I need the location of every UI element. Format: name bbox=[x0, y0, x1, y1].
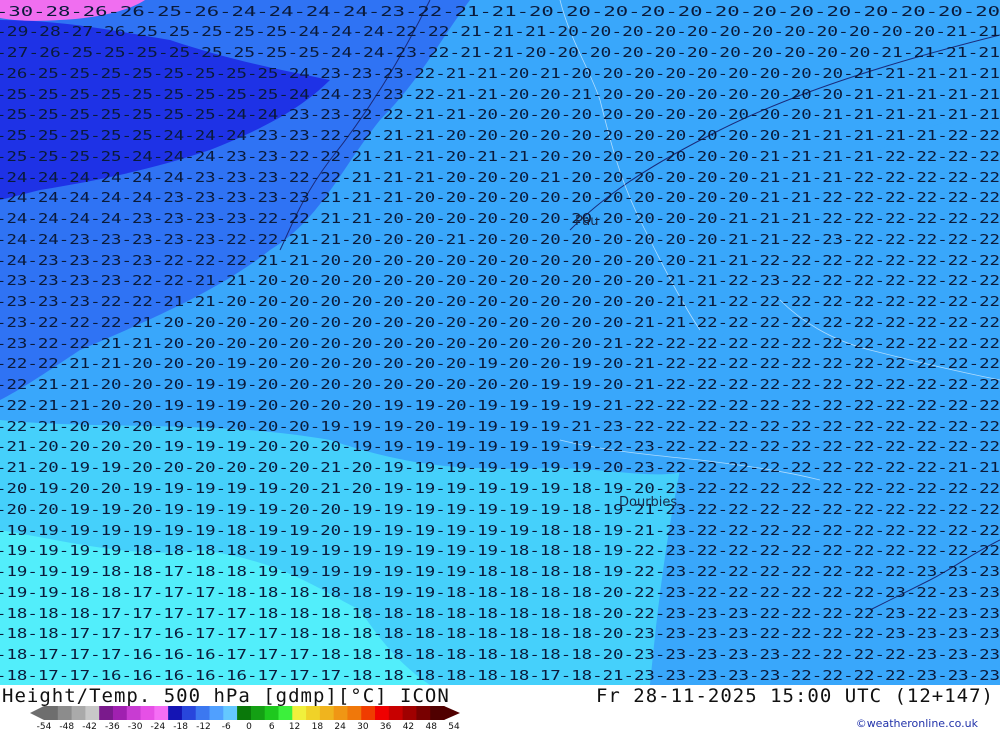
color-scale-right-arrow bbox=[444, 706, 460, 720]
color-scale-swatch bbox=[430, 706, 445, 720]
color-scale-swatch bbox=[278, 706, 293, 720]
color-scale bbox=[30, 706, 460, 720]
contour-label-row: -26-25-25-25-25-25-25-25-25-24-23-23-23-… bbox=[0, 67, 1000, 82]
map-datetime: Fr 28-11-2025 15:00 UTC (12+147) bbox=[595, 685, 994, 707]
color-scale-swatch bbox=[319, 706, 335, 720]
contour-label-row: -21-20-20-20-20-19-19-19-20-20-20-19-19-… bbox=[0, 440, 1000, 455]
color-scale-swatch bbox=[209, 706, 224, 720]
color-scale-tick: -54 bbox=[36, 722, 52, 732]
contour-label-row: -25-25-25-25-25-25-25-24-24-23-23-22-22-… bbox=[0, 108, 1000, 123]
contour-label-row: -23-23-23-22-22-21-21-20-20-20-20-20-20-… bbox=[0, 295, 1000, 310]
place-label-dourbies: Dourbies bbox=[619, 495, 678, 510]
contour-label-row: -18-18-17-17-17-16-17-17-17-18-18-18-18-… bbox=[0, 627, 1000, 642]
color-scale-swatch bbox=[57, 706, 73, 720]
color-scale-tick: -6 bbox=[221, 722, 231, 732]
color-scale-swatch bbox=[402, 706, 417, 720]
color-scale-swatch bbox=[292, 706, 307, 720]
color-scale-swatch bbox=[264, 706, 279, 720]
contour-label-row: -22-22-21-21-20-20-20-19-20-20-20-20-20-… bbox=[0, 357, 1000, 372]
map-footer: Height/Temp. 500 hPa [gdmp][°C] ICON Fr … bbox=[0, 685, 1000, 733]
contour-label-row: -23-23-23-23-22-22-21-21-20-20-20-20-20-… bbox=[0, 274, 1000, 289]
map-title: Height/Temp. 500 hPa [gdmp][°C] ICON bbox=[2, 685, 450, 707]
contour-label-row: -24-23-23-23-23-22-22-22-21-21-20-20-20-… bbox=[0, 254, 1000, 269]
color-scale-swatch bbox=[154, 706, 169, 720]
contour-label-row: -24-24-23-23-23-23-23-22-22-21-21-20-20-… bbox=[0, 233, 1000, 248]
contour-label-row: -21-20-19-19-20-20-20-20-20-20-21-20-19-… bbox=[0, 461, 1000, 476]
color-scale-swatch bbox=[237, 706, 252, 720]
contour-label-row: -19-19-18-18-17-17-17-18-18-18-18-18-19-… bbox=[0, 586, 1000, 601]
color-scale-swatch bbox=[416, 706, 431, 720]
color-scale-tick: 30 bbox=[357, 722, 369, 732]
map-canvas: -30-28-26-26-25-26-24-24-24-24-23-22-21-… bbox=[0, 0, 1000, 685]
color-scale-tick: 36 bbox=[379, 722, 392, 732]
contour-label-row: -25-25-25-25-25-25-25-25-25-24-24-23-23-… bbox=[0, 88, 1000, 103]
color-scale-tick: -12 bbox=[196, 722, 211, 732]
contour-label-row: -29-28-27-26-25-25-25-25-25-24-24-24-22-… bbox=[0, 25, 1000, 40]
color-scale-swatch bbox=[71, 706, 86, 720]
color-scale-swatch bbox=[347, 706, 362, 720]
contour-label-row: -25-25-25-25-25-24-24-24-23-23-22-22-21-… bbox=[0, 129, 1000, 144]
color-scale-tick: -42 bbox=[82, 722, 97, 732]
color-scale-swatch bbox=[126, 706, 142, 720]
color-scale-tick: -24 bbox=[150, 722, 166, 732]
contour-label-row: -18-17-17-16-16-16-16-16-17-17-17-18-18-… bbox=[0, 669, 1000, 684]
color-scale-swatch bbox=[99, 706, 114, 720]
color-scale-ticks: -54 -48 -42 -36 -30 -24 -18 -12 -6 0 6 12 18 24 30 36 42… bbox=[34, 722, 474, 733]
contour-label-row: -24-24-24-24-24-24-23-23-23-22-22-21-21-… bbox=[0, 171, 1000, 186]
contour-label-row: -20-20-19-19-20-19-19-19-19-20-20-19-19-… bbox=[0, 503, 1000, 518]
color-scale-swatch bbox=[361, 706, 376, 720]
color-scale-tick: -30 bbox=[127, 722, 143, 732]
color-scale-swatch bbox=[181, 706, 197, 720]
credit-link[interactable]: ©weatheronline.co.uk bbox=[856, 717, 978, 730]
color-scale-tick: -18 bbox=[173, 722, 189, 732]
color-scale-tick: 0 bbox=[246, 722, 252, 732]
color-scale-swatch bbox=[168, 706, 183, 720]
color-scale-swatch bbox=[375, 706, 390, 720]
color-scale-swatch bbox=[306, 706, 321, 720]
contour-label-row: -19-19-19-19-18-18-18-18-19-19-19-19-19-… bbox=[0, 544, 1000, 559]
weather-map: -30-28-26-26-25-26-24-24-24-24-23-22-21-… bbox=[0, 0, 1000, 685]
contour-label-row: -20-19-20-20-19-19-19-19-19-20-21-20-19-… bbox=[0, 482, 1000, 497]
contour-label-row: -23-22-22-22-21-20-20-20-20-20-20-20-20-… bbox=[0, 316, 1000, 331]
contour-label-row: -25-25-25-25-24-24-24-23-23-22-22-21-21-… bbox=[0, 150, 1000, 165]
place-label-pau: Pau bbox=[575, 214, 599, 229]
color-scale-tick: 24 bbox=[334, 722, 346, 732]
color-scale-tick: 42 bbox=[402, 722, 415, 732]
color-scale-swatch bbox=[250, 706, 266, 720]
color-scale-swatch bbox=[223, 706, 238, 720]
color-scale-tick: -36 bbox=[104, 722, 120, 732]
contour-label-row: -19-19-19-19-19-19-19-18-19-19-20-19-19-… bbox=[0, 524, 1000, 539]
color-scale-swatch bbox=[85, 706, 100, 720]
color-scale-swatch bbox=[44, 706, 59, 720]
color-scale-swatch bbox=[333, 706, 348, 720]
color-scale-tick: 18 bbox=[311, 722, 324, 732]
color-scale-tick: 48 bbox=[425, 722, 437, 732]
color-scale-tick: 12 bbox=[288, 722, 301, 732]
contour-label-row: -19-19-19-18-18-17-18-18-19-19-19-19-19-… bbox=[0, 565, 1000, 580]
contour-label-row: -22-21-21-20-20-19-19-19-20-20-20-20-19-… bbox=[0, 399, 1000, 414]
color-scale-swatch bbox=[112, 706, 128, 720]
color-scale-tick: 54 bbox=[448, 722, 460, 732]
contour-label-row: -18-17-17-17-16-16-16-17-17-17-18-18-18-… bbox=[0, 648, 1000, 663]
contour-label-row: -27-26-25-25-25-25-25-25-25-25-24-24-23-… bbox=[0, 46, 1000, 61]
contour-label-row: -24-24-24-24-24-23-23-23-23-23-21-21-21-… bbox=[0, 191, 1000, 206]
contour-label-row: -24-24-24-24-23-23-23-23-22-22-21-21-20-… bbox=[0, 212, 1000, 227]
color-scale-tick: -48 bbox=[59, 722, 75, 732]
color-scale-swatch bbox=[388, 706, 404, 720]
color-scale-left-arrow bbox=[30, 706, 44, 720]
color-scale-swatch bbox=[140, 706, 155, 720]
contour-label-row: -30-28-26-26-25-26-24-24-24-24-23-22-21-… bbox=[0, 5, 1000, 20]
color-scale-swatch bbox=[195, 706, 211, 720]
contour-label-row: -23-22-22-21-21-20-20-20-20-20-20-20-20-… bbox=[0, 337, 1000, 352]
contour-label-row: -22-21-20-20-20-19-19-20-20-20-19-19-19-… bbox=[0, 420, 1000, 435]
contour-label-row: -22-21-21-20-20-20-19-19-20-20-20-20-20-… bbox=[0, 378, 1000, 393]
color-scale-tick: 6 bbox=[268, 722, 275, 732]
contour-label-row: -18-18-18-17-17-17-17-17-18-18-18-18-18-… bbox=[0, 607, 1000, 622]
